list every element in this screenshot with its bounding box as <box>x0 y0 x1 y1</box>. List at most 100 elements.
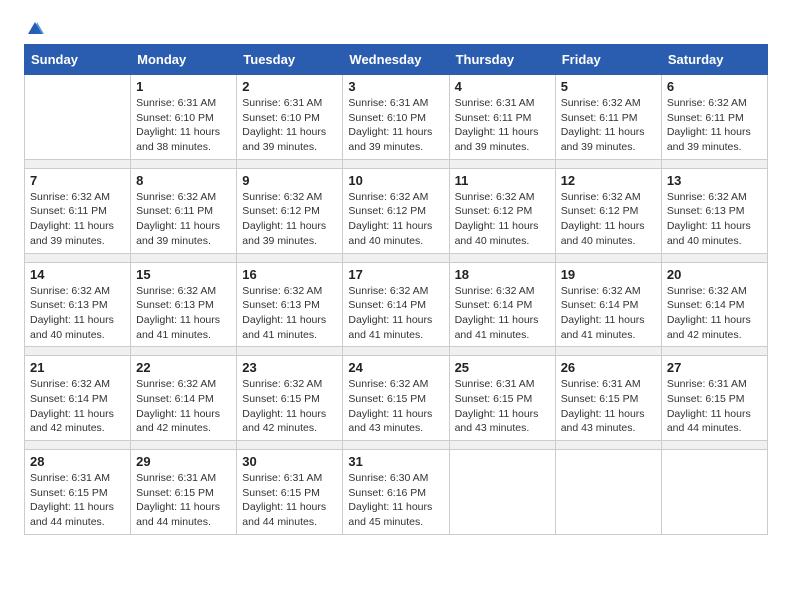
day-detail: Sunrise: 6:31 AMSunset: 6:15 PMDaylight:… <box>667 377 762 436</box>
day-detail: Sunrise: 6:31 AMSunset: 6:15 PMDaylight:… <box>136 471 231 530</box>
separator-cell <box>25 441 131 450</box>
logo <box>24 20 44 34</box>
separator-cell <box>131 159 237 168</box>
calendar-cell: 15Sunrise: 6:32 AMSunset: 6:13 PMDayligh… <box>131 262 237 347</box>
day-detail: Sunrise: 6:31 AMSunset: 6:15 PMDaylight:… <box>242 471 337 530</box>
day-number: 13 <box>667 173 762 188</box>
day-detail: Sunrise: 6:31 AMSunset: 6:11 PMDaylight:… <box>455 96 550 155</box>
calendar-cell: 22Sunrise: 6:32 AMSunset: 6:14 PMDayligh… <box>131 356 237 441</box>
separator-cell <box>343 159 449 168</box>
day-number: 23 <box>242 360 337 375</box>
calendar-cell: 27 Sunrise: 6:31 AMSunset: 6:15 PMDayligh… <box>661 356 767 441</box>
calendar-week-row: 7Sunrise: 6:32 AMSunset: 6:11 PMDaylight… <box>25 168 768 253</box>
day-number: 22 <box>136 360 231 375</box>
calendar-cell: 4Sunrise: 6:31 AMSunset: 6:11 PMDaylight… <box>449 75 555 160</box>
day-detail: Sunrise: 6:32 AMSunset: 6:15 PMDaylight:… <box>242 377 337 436</box>
day-number: 20 <box>667 267 762 282</box>
calendar-cell: 23 Sunrise: 6:32 AMSunset: 6:15 PMDayligh… <box>237 356 343 441</box>
day-detail: Sunrise: 6:32 AMSunset: 6:14 PMDaylight:… <box>667 284 762 343</box>
calendar-cell <box>555 450 661 535</box>
week-separator <box>25 441 768 450</box>
calendar-cell: 14Sunrise: 6:32 AMSunset: 6:13 PMDayligh… <box>25 262 131 347</box>
calendar-cell: 9Sunrise: 6:32 AMSunset: 6:12 PMDaylight… <box>237 168 343 253</box>
day-number: 18 <box>455 267 550 282</box>
day-detail: Sunrise: 6:32 AMSunset: 6:11 PMDaylight:… <box>667 96 762 155</box>
day-number: 19 <box>561 267 656 282</box>
day-number: 2 <box>242 79 337 94</box>
day-number: 8 <box>136 173 231 188</box>
calendar-cell: 28Sunrise: 6:31 AMSunset: 6:15 PMDayligh… <box>25 450 131 535</box>
calendar-cell: 1Sunrise: 6:31 AMSunset: 6:10 PMDaylight… <box>131 75 237 160</box>
day-number: 9 <box>242 173 337 188</box>
day-detail: Sunrise: 6:32 AMSunset: 6:13 PMDaylight:… <box>30 284 125 343</box>
day-number: 29 <box>136 454 231 469</box>
calendar-cell: 17Sunrise: 6:32 AMSunset: 6:14 PMDayligh… <box>343 262 449 347</box>
calendar-cell: 8Sunrise: 6:32 AMSunset: 6:11 PMDaylight… <box>131 168 237 253</box>
day-detail: Sunrise: 6:32 AMSunset: 6:11 PMDaylight:… <box>30 190 125 249</box>
week-separator <box>25 159 768 168</box>
calendar-cell: 3 Sunrise: 6:31 AMSunset: 6:10 PMDaylight… <box>343 75 449 160</box>
header-wednesday: Wednesday <box>343 45 449 75</box>
separator-cell <box>449 159 555 168</box>
calendar-cell: 6Sunrise: 6:32 AMSunset: 6:11 PMDaylight… <box>661 75 767 160</box>
day-detail: Sunrise: 6:30 AMSunset: 6:16 PMDaylight:… <box>348 471 443 530</box>
header-friday: Friday <box>555 45 661 75</box>
calendar-cell: 26 Sunrise: 6:31 AMSunset: 6:15 PMDayligh… <box>555 356 661 441</box>
day-number: 26 <box>561 360 656 375</box>
day-number: 3 <box>348 79 443 94</box>
separator-cell <box>555 159 661 168</box>
calendar-cell: 29 Sunrise: 6:31 AMSunset: 6:15 PMDayligh… <box>131 450 237 535</box>
calendar-cell: 16Sunrise: 6:32 AMSunset: 6:13 PMDayligh… <box>237 262 343 347</box>
calendar-cell <box>25 75 131 160</box>
day-detail: Sunrise: 6:32 AMSunset: 6:15 PMDaylight:… <box>348 377 443 436</box>
day-detail: Sunrise: 6:32 AMSunset: 6:12 PMDaylight:… <box>455 190 550 249</box>
calendar-cell: 19 Sunrise: 6:32 AMSunset: 6:14 PMDayligh… <box>555 262 661 347</box>
separator-cell <box>25 159 131 168</box>
week-separator <box>25 253 768 262</box>
separator-cell <box>449 253 555 262</box>
calendar-week-row: 28Sunrise: 6:31 AMSunset: 6:15 PMDayligh… <box>25 450 768 535</box>
header-saturday: Saturday <box>661 45 767 75</box>
separator-cell <box>343 441 449 450</box>
day-detail: Sunrise: 6:32 AMSunset: 6:14 PMDaylight:… <box>455 284 550 343</box>
separator-cell <box>237 347 343 356</box>
logo-icon <box>26 20 44 38</box>
separator-cell <box>661 441 767 450</box>
day-detail: Sunrise: 6:32 AMSunset: 6:14 PMDaylight:… <box>348 284 443 343</box>
calendar-cell: 7Sunrise: 6:32 AMSunset: 6:11 PMDaylight… <box>25 168 131 253</box>
calendar-cell: 2Sunrise: 6:31 AMSunset: 6:10 PMDaylight… <box>237 75 343 160</box>
separator-cell <box>237 441 343 450</box>
calendar-header-row: SundayMondayTuesdayWednesdayThursdayFrid… <box>25 45 768 75</box>
calendar-cell: 24Sunrise: 6:32 AMSunset: 6:15 PMDayligh… <box>343 356 449 441</box>
day-number: 16 <box>242 267 337 282</box>
calendar-cell: 18 Sunrise: 6:32 AMSunset: 6:14 PMDayligh… <box>449 262 555 347</box>
separator-cell <box>661 253 767 262</box>
calendar-week-row: 14Sunrise: 6:32 AMSunset: 6:13 PMDayligh… <box>25 262 768 347</box>
calendar-cell: 25Sunrise: 6:31 AMSunset: 6:15 PMDayligh… <box>449 356 555 441</box>
day-detail: Sunrise: 6:31 AMSunset: 6:15 PMDaylight:… <box>30 471 125 530</box>
day-detail: Sunrise: 6:32 AMSunset: 6:12 PMDaylight:… <box>348 190 443 249</box>
separator-cell <box>555 253 661 262</box>
day-number: 27 <box>667 360 762 375</box>
calendar-cell <box>449 450 555 535</box>
calendar-cell: 10Sunrise: 6:32 AMSunset: 6:12 PMDayligh… <box>343 168 449 253</box>
day-detail: Sunrise: 6:32 AMSunset: 6:14 PMDaylight:… <box>561 284 656 343</box>
calendar-cell: 12Sunrise: 6:32 AMSunset: 6:12 PMDayligh… <box>555 168 661 253</box>
day-detail: Sunrise: 6:31 AMSunset: 6:15 PMDaylight:… <box>561 377 656 436</box>
day-number: 11 <box>455 173 550 188</box>
calendar-cell: 5Sunrise: 6:32 AMSunset: 6:11 PMDaylight… <box>555 75 661 160</box>
day-number: 12 <box>561 173 656 188</box>
day-detail: Sunrise: 6:32 AMSunset: 6:13 PMDaylight:… <box>667 190 762 249</box>
header-tuesday: Tuesday <box>237 45 343 75</box>
separator-cell <box>131 253 237 262</box>
day-number: 30 <box>242 454 337 469</box>
day-detail: Sunrise: 6:31 AMSunset: 6:10 PMDaylight:… <box>348 96 443 155</box>
calendar-cell <box>661 450 767 535</box>
separator-cell <box>25 253 131 262</box>
calendar-week-row: 1Sunrise: 6:31 AMSunset: 6:10 PMDaylight… <box>25 75 768 160</box>
separator-cell <box>343 253 449 262</box>
day-detail: Sunrise: 6:32 AMSunset: 6:11 PMDaylight:… <box>561 96 656 155</box>
day-detail: Sunrise: 6:31 AMSunset: 6:15 PMDaylight:… <box>455 377 550 436</box>
header-monday: Monday <box>131 45 237 75</box>
separator-cell <box>555 347 661 356</box>
